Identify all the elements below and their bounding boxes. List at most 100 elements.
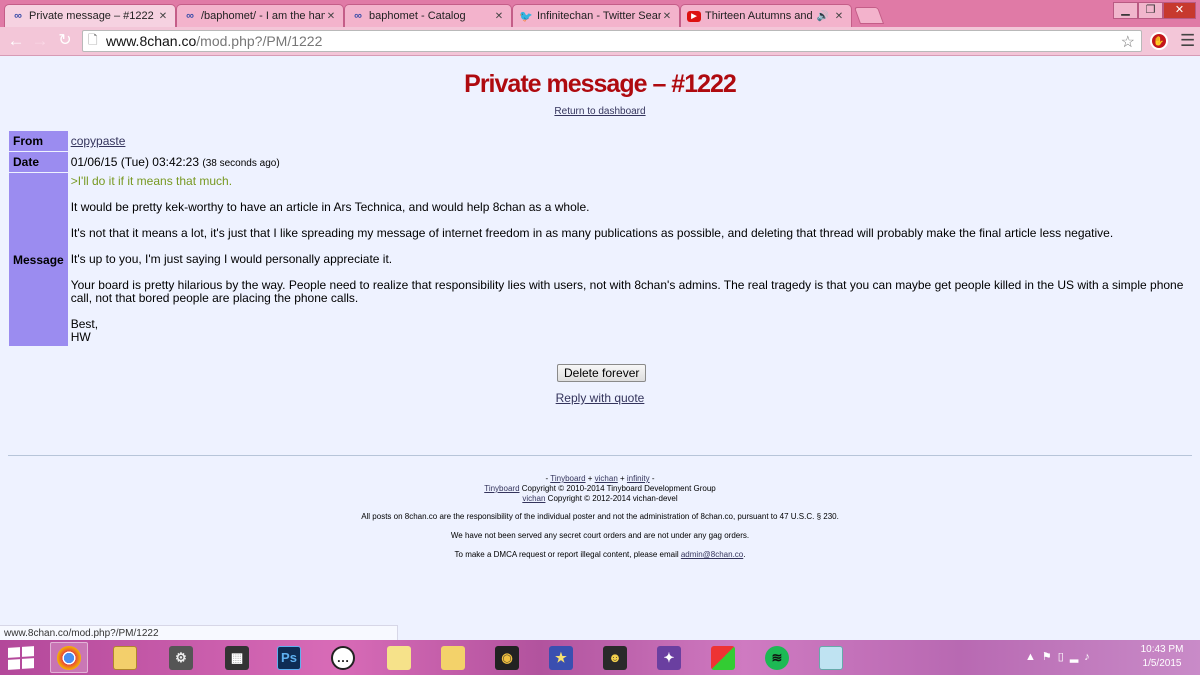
minimize-button[interactable]: ▁ [1113, 2, 1138, 19]
start-button[interactable] [8, 646, 34, 670]
page-content: Private message – #1222 Return to dashbo… [0, 56, 1200, 640]
close-tab-icon[interactable]: ✕ [661, 11, 673, 22]
tab-strip: ∞ Private message – #1222 ✕ ∞ /baphomet/… [0, 0, 1200, 27]
taskbar-games[interactable] [704, 642, 742, 673]
taskbar-app-4[interactable]: ★ [542, 642, 580, 673]
vichan-copyright: vichan Copyright © 2012-2014 vichan-deve… [522, 494, 678, 503]
close-tab-icon[interactable]: ✕ [493, 11, 505, 22]
twitter-icon: 🐦 [519, 10, 533, 23]
taskbar-app-3[interactable]: ◉ [488, 642, 526, 673]
tab-baphomet-board[interactable]: ∞ /baphomet/ - I am the hammer ✕ [176, 4, 344, 27]
photoshop-icon: Ps [277, 645, 301, 670]
tab-youtube-video[interactable]: ▶ Thirteen Autumns and 🔊 ✕ [680, 4, 852, 27]
message-row: Message >I'll do it if it means that muc… [9, 173, 1193, 346]
taskbar-chat[interactable]: … [324, 642, 362, 673]
from-label: From [9, 131, 68, 151]
volume-icon[interactable]: ♪ [1084, 651, 1096, 663]
greentext-quote: >I'll do it if it means that much. [70, 174, 233, 188]
taskbar-app-1[interactable] [380, 642, 418, 673]
admin-email-link[interactable]: admin@8chan.co [681, 550, 743, 559]
from-row: From copypaste [9, 131, 1193, 151]
battery-icon[interactable]: ▯ [1058, 651, 1070, 663]
media-app-icon: ▦ [225, 645, 249, 670]
reload-button[interactable]: ↻ [54, 31, 76, 51]
forward-button[interactable]: → [29, 31, 51, 51]
taskbar-media[interactable]: ▦ [218, 642, 256, 673]
infinity-link[interactable]: infinity [627, 474, 650, 483]
tinyboard-link[interactable]: Tinyboard [484, 484, 519, 493]
back-button[interactable]: ← [5, 31, 27, 51]
close-tab-icon[interactable]: ✕ [157, 11, 169, 22]
flag-icon[interactable]: ⚑ [1042, 651, 1058, 663]
delete-forever-button[interactable]: Delete forever [557, 364, 647, 382]
return-to-dashboard-link[interactable]: Return to dashboard [554, 106, 645, 117]
anime-app-icon-5: ☻ [603, 645, 627, 670]
taskbar-explorer[interactable] [106, 642, 144, 673]
taskbar-app-5[interactable]: ☻ [596, 642, 634, 673]
message-label: Message [9, 173, 68, 346]
clock-time: 10:43 PM [1140, 644, 1184, 655]
taskbar-chrome[interactable] [50, 642, 88, 673]
vichan-link[interactable]: vichan [595, 474, 618, 483]
address-bar[interactable]: 🗋 www.8chan.co/mod.php?/PM/1222 ☆ [82, 30, 1142, 52]
adblock-icon[interactable]: ✋ [1150, 32, 1168, 50]
anime-app-icon-1 [387, 645, 411, 670]
taskbar-spotify[interactable]: ≋ [758, 642, 796, 673]
footer: - Tinyboard + vichan + infinity - Tinybo… [0, 474, 1200, 560]
message-body: >I'll do it if it means that much. It wo… [69, 173, 1193, 346]
taskbar-app-2[interactable] [434, 642, 472, 673]
message-paragraph: It's not that it means a lot, it's just … [70, 226, 1114, 240]
network-icon[interactable]: ▂ [1070, 651, 1084, 663]
tab-title: Thirteen Autumns and [705, 10, 813, 22]
footer-divider [8, 455, 1192, 456]
speaker-icon: 🔊 [816, 10, 829, 22]
clock[interactable]: 10:43 PM 1/5/2015 [1128, 643, 1196, 671]
tab-title: baphomet - Catalog [369, 10, 466, 22]
new-tab-button[interactable] [853, 7, 885, 24]
notes-app-icon [819, 645, 843, 670]
date-row: Date 01/06/15 (Tue) 03:42:23 (38 seconds… [9, 152, 1193, 172]
taskbar-settings[interactable]: ⚙ [162, 642, 200, 673]
tinyboard-link[interactable]: Tinyboard [550, 474, 585, 483]
show-hidden-icons-icon[interactable]: ▲ [1025, 651, 1042, 663]
tab-twitter-search[interactable]: 🐦 Infinitechan - Twitter Search ✕ [512, 4, 680, 27]
reply-with-quote-link[interactable]: Reply with quote [556, 391, 645, 405]
date-value: 01/06/15 (Tue) 03:42:23 [70, 155, 200, 169]
close-window-button[interactable]: ✕ [1163, 2, 1196, 19]
settings-app-icon: ⚙ [169, 645, 193, 670]
clock-date: 1/5/2015 [1142, 658, 1182, 669]
system-tray[interactable]: ▲⚑▯▂♪ [1025, 650, 1096, 663]
tab-baphomet-catalog[interactable]: ∞ baphomet - Catalog ✕ [344, 4, 512, 27]
close-tab-icon[interactable]: ✕ [833, 11, 845, 22]
message-table: From copypaste Date 01/06/15 (Tue) 03:42… [8, 130, 1194, 347]
vichan-link[interactable]: vichan [522, 494, 545, 503]
message-paragraph: Your board is pretty hilarious by the wa… [70, 278, 1184, 305]
page-title: Private message – #1222 [464, 70, 737, 98]
8chan-icon: ∞ [186, 10, 194, 22]
date-label: Date [9, 152, 68, 172]
taskbar-photoshop[interactable]: Ps [270, 642, 308, 673]
chrome-icon [57, 645, 81, 670]
taskbar-notes[interactable] [812, 642, 850, 673]
footer-credits: - Tinyboard + vichan + infinity - [545, 474, 655, 483]
tab-title: Private message – #1222 [29, 10, 154, 22]
taskbar: ⚙ ▦ Ps … ◉ ★ ☻ ✦ ≋ ▲⚑▯▂♪ 10:43 PM 1/5/20… [0, 640, 1200, 675]
tab-title: Infinitechan - Twitter Search [537, 10, 661, 22]
restore-button[interactable]: ❐ [1138, 2, 1163, 19]
footer-notice-responsibility: All posts on 8chan.co are the responsibi… [361, 512, 839, 521]
menu-icon[interactable]: ☰ [1180, 31, 1196, 51]
close-tab-icon[interactable]: ✕ [325, 11, 337, 22]
tab-private-message[interactable]: ∞ Private message – #1222 ✕ [4, 4, 176, 27]
tinyboard-copyright: Tinyboard Copyright © 2010-2014 Tinyboar… [484, 484, 716, 493]
taskbar-app-6[interactable]: ✦ [650, 642, 688, 673]
message-paragraph: It would be pretty kek-worthy to have an… [70, 200, 590, 214]
spotify-icon: ≋ [765, 645, 789, 670]
status-bar-url: www.8chan.co/mod.php?/PM/1222 [0, 625, 398, 641]
youtube-icon: ▶ [687, 10, 701, 22]
from-value-link[interactable]: copypaste [71, 134, 126, 148]
8chan-icon: ∞ [354, 10, 362, 22]
bookmark-star-icon[interactable]: ☆ [1121, 32, 1135, 52]
chat-app-icon: … [331, 645, 355, 670]
url-text[interactable]: www.8chan.co/mod.php?/PM/1222 [106, 33, 322, 49]
browser-toolbar: ← → ↻ 🗋 www.8chan.co/mod.php?/PM/1222 ☆ … [0, 27, 1200, 56]
